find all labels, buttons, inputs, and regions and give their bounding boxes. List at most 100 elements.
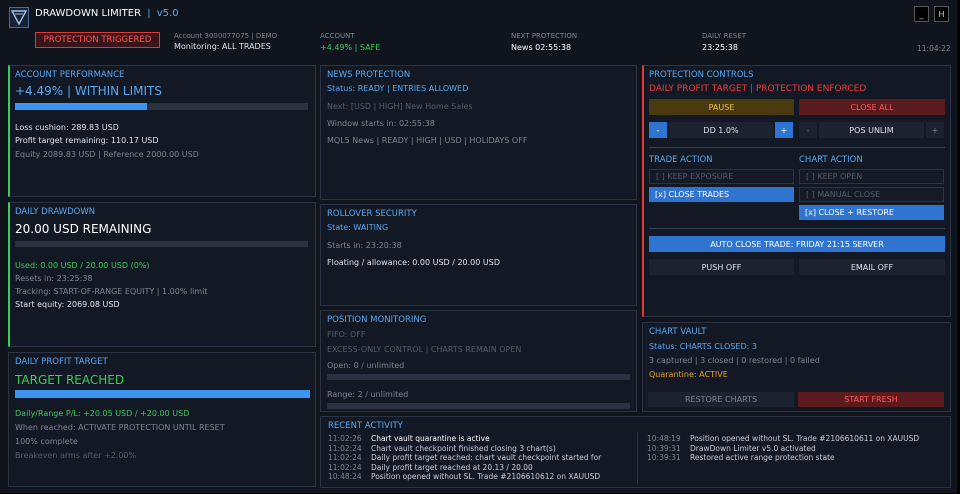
profit-when: When reached: ACTIVATE PROTECTION UNTIL … xyxy=(15,423,225,432)
pos-value: POS UNLIM xyxy=(849,125,894,135)
pause-label: PAUSE xyxy=(708,102,735,112)
activity-time: 10:39:31 xyxy=(647,443,681,453)
drawdown-tracking: Tracking: START-OF-RANGE EQUITY | 1.00% … xyxy=(15,287,208,296)
panel-title: DAILY PROFIT TARGET xyxy=(15,357,108,367)
equity-line: Equity 2089.83 USD | Reference 2000.00 U… xyxy=(15,150,199,159)
activity-time: 10:39:31 xyxy=(647,453,681,462)
plus-label: + xyxy=(780,125,788,135)
loss-cushion: Loss cushion: 289.83 USD xyxy=(15,123,119,132)
rollover-starts: Starts in: 23:20:38 xyxy=(327,241,402,250)
news-protection-panel: NEWS PROTECTION Status: READY | ENTRIES … xyxy=(320,65,637,200)
activity-time: 10:48:19 xyxy=(647,434,681,443)
panel-title: ACCOUNT PERFORMANCE xyxy=(15,70,125,80)
drawdown-resets: Resets in: 23:25:38 xyxy=(15,274,93,283)
chart-vault-panel: CHART VAULT Status: CHARTS CLOSED: 3 3 c… xyxy=(642,322,951,412)
next-protection-label: NEXT PROTECTION xyxy=(511,32,578,40)
panel-title: RECENT ACTIVITY xyxy=(328,421,403,431)
excess-control: EXCESS-ONLY CONTROL | CHARTS REMAIN OPEN xyxy=(327,345,522,354)
dd-value: DD 1.0% xyxy=(703,125,739,135)
keep-open-option[interactable]: [ ] KEEP OPEN xyxy=(799,169,944,184)
dd-value-field[interactable]: DD 1.0% xyxy=(669,122,773,138)
profit-progress-bar xyxy=(15,390,310,398)
news-source: MQL5 News | READY | HIGH | USD | HOLIDAY… xyxy=(327,136,528,145)
drawdown-used: Used: 0.00 USD / 20.00 USD (0%) xyxy=(15,261,150,270)
dd-increase-button[interactable]: + xyxy=(775,122,793,138)
hide-button[interactable]: H xyxy=(934,6,949,22)
minus-label: - xyxy=(806,125,810,135)
protection-triggered-badge: PROTECTION TRIGGERED xyxy=(35,32,160,48)
news-status: Status: READY | ENTRIES ALLOWED xyxy=(327,84,469,93)
activity-message: Position opened without SL. Trade #21066… xyxy=(371,472,601,481)
trade-action-title: TRADE ACTION xyxy=(649,155,713,165)
range-positions-bar xyxy=(327,403,630,409)
manual-close-option[interactable]: [ ] MANUAL CLOSE xyxy=(799,187,944,202)
account-value: +4.49% | SAFE xyxy=(320,43,381,52)
restore-charts-button[interactable]: RESTORE CHARTS xyxy=(648,392,794,407)
next-protection-value: News 02:55:38 xyxy=(511,43,572,52)
auto-close-button[interactable]: AUTO CLOSE TRADE: FRIDAY 21:15 SERVER xyxy=(649,236,945,252)
monitoring-text: Monitoring: ALL TRADES xyxy=(174,42,271,51)
keep-open-label: [ ] KEEP OPEN xyxy=(806,172,863,181)
dd-decrease-button[interactable]: - xyxy=(649,122,667,138)
news-window: Window starts in: 02:55:38 xyxy=(327,119,435,128)
activity-message: Chart vault checkpoint finished closing … xyxy=(371,443,556,453)
close-all-button[interactable]: CLOSE ALL xyxy=(799,99,945,115)
profit-headline: TARGET REACHED xyxy=(15,373,125,387)
manual-close-label: [ ] MANUAL CLOSE xyxy=(806,190,881,199)
start-fresh-label: START FRESH xyxy=(844,395,898,404)
push-toggle[interactable]: PUSH OFF xyxy=(649,259,794,275)
app-title-text: DRAWDOWN LIMITER xyxy=(35,8,142,19)
app-title: DRAWDOWN LIMITER | v5.0 xyxy=(35,8,179,19)
rollover-floating: Floating / allowance: 0.00 USD / 20.00 U… xyxy=(327,258,500,267)
protection-controls-panel: PROTECTION CONTROLS DAILY PROFIT TARGET … xyxy=(642,65,951,317)
close-trades-option[interactable]: [x] CLOSE TRADES xyxy=(649,187,794,202)
plus-label: + xyxy=(931,125,939,135)
email-toggle[interactable]: EMAIL OFF xyxy=(799,259,945,275)
pos-value-field[interactable]: POS UNLIM xyxy=(819,122,924,138)
rollover-security-panel: ROLLOVER SECURITY State: WAITING Starts … xyxy=(320,204,637,306)
controls-divider xyxy=(649,147,945,148)
panel-title: NEWS PROTECTION xyxy=(327,70,411,80)
account-performance-panel: ACCOUNT PERFORMANCE +4.49% | WITHIN LIMI… xyxy=(8,65,316,197)
clock: 11:04:22 xyxy=(917,44,951,53)
daily-profit-panel: DAILY PROFIT TARGET TARGET REACHED Daily… xyxy=(8,352,316,487)
email-label: EMAIL OFF xyxy=(850,262,894,272)
close-restore-option[interactable]: [x] CLOSE + RESTORE xyxy=(799,205,944,220)
panel-title: DAILY DRAWDOWN xyxy=(15,207,96,217)
range-positions: Range: 2 / unlimited xyxy=(327,390,409,399)
panel-title: CHART VAULT xyxy=(649,327,707,337)
vault-status: Status: CHARTS CLOSED: 3 xyxy=(649,342,757,351)
panel-title: ROLLOVER SECURITY xyxy=(327,209,417,219)
recent-activity-panel: RECENT ACTIVITY 11:02:26 Chart vault quar… xyxy=(320,416,951,488)
open-positions: Open: 0 / unlimited xyxy=(327,361,405,370)
hide-label: H xyxy=(938,9,945,19)
account-line: Account 3000077075 | DEMO xyxy=(174,32,278,40)
restore-label: RESTORE CHARTS xyxy=(684,395,758,404)
activity-message: DrawDown Limiter v5.0 activated xyxy=(690,443,816,453)
start-fresh-button[interactable]: START FRESH xyxy=(798,392,944,407)
open-positions-bar xyxy=(327,374,630,380)
activity-time: 11:02:24 xyxy=(328,443,362,453)
controls-divider xyxy=(649,228,945,229)
pause-button[interactable]: PAUSE xyxy=(649,99,794,115)
daily-reset-value: 23:25:38 xyxy=(702,43,738,52)
vault-quarantine: Quarantine: ACTIVE xyxy=(649,370,728,379)
panel-title: POSITION MONITORING xyxy=(327,315,427,325)
activity-divider xyxy=(637,432,638,484)
close-restore-label: [x] CLOSE + RESTORE xyxy=(805,208,894,217)
start-equity: Start equity: 2069.08 USD xyxy=(15,300,120,309)
keep-exposure-option[interactable]: [ ] KEEP EXPOSURE xyxy=(649,169,794,184)
pos-increase-button[interactable]: + xyxy=(926,122,944,138)
activity-message: Daily profit target reached: chart vault… xyxy=(371,453,602,462)
performance-progress-fill xyxy=(15,103,147,110)
keep-exposure-label: [ ] KEEP EXPOSURE xyxy=(656,172,734,181)
minus-label: - xyxy=(656,125,660,135)
profit-progress-fill xyxy=(15,390,310,398)
profit-remaining: Profit target remaining: 110.17 USD xyxy=(15,136,159,145)
push-label: PUSH OFF xyxy=(701,262,742,272)
activity-time: 11:02:26 xyxy=(328,434,362,443)
minimize-button[interactable]: _ xyxy=(914,6,929,22)
pos-decrease-button[interactable]: - xyxy=(799,122,817,138)
badge-label: PROTECTION TRIGGERED xyxy=(43,35,152,45)
app-version: v5.0 xyxy=(156,8,179,19)
